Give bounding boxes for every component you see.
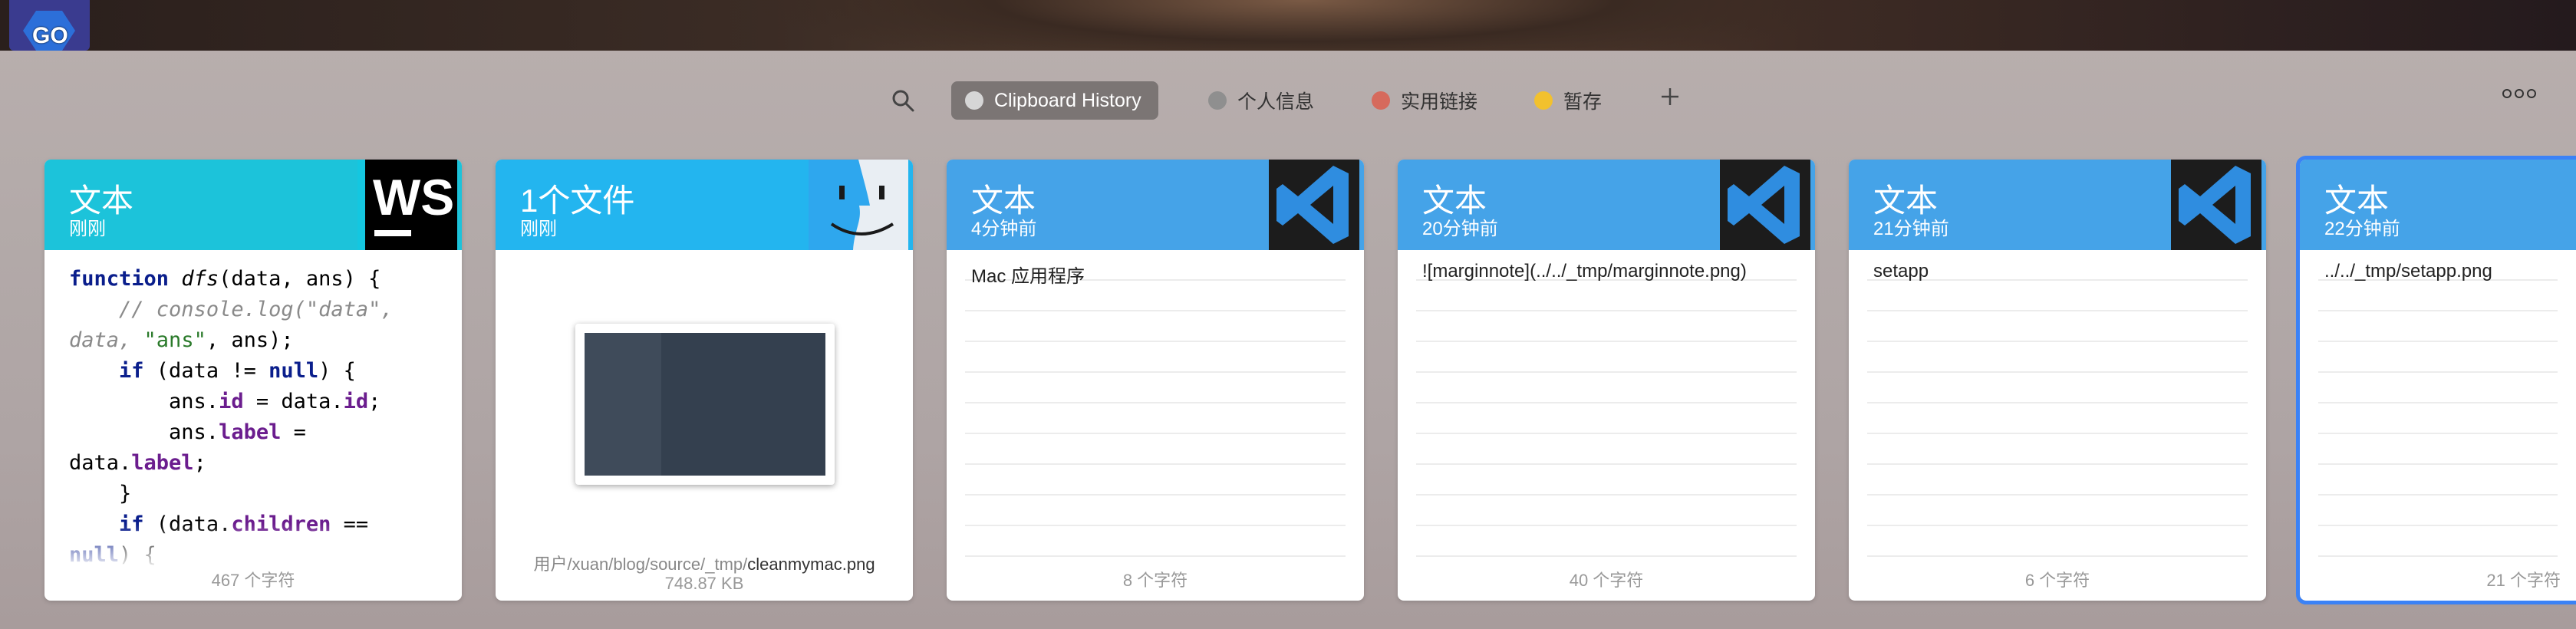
file-name: cleanmymac.png bbox=[747, 555, 875, 574]
add-pinboard-button[interactable] bbox=[1660, 80, 1680, 114]
tab-color-dot bbox=[1372, 91, 1390, 110]
card-time: 刚刚 bbox=[520, 219, 557, 239]
char-count: 6 个字符 bbox=[2024, 571, 2090, 590]
clipboard-card[interactable]: 文本 20分钟前 ![marginnote](../../_tmp/margin… bbox=[1398, 160, 1815, 601]
card-time: 20分钟前 bbox=[1422, 219, 1498, 239]
card-header: 文本 21分钟前 bbox=[1849, 160, 2266, 250]
card-time: 刚刚 bbox=[69, 219, 106, 239]
thumbnail-sidebar bbox=[585, 333, 662, 476]
tab-label: Clipboard History bbox=[994, 89, 1141, 111]
text-lines bbox=[2318, 250, 2558, 557]
file-thumbnail bbox=[575, 324, 835, 485]
plus-icon bbox=[1662, 88, 1678, 105]
finder-icon bbox=[809, 160, 908, 250]
more-options-button[interactable] bbox=[2502, 89, 2536, 98]
tab-label: 个人信息 bbox=[1237, 91, 1315, 113]
dock-app-badge[interactable]: GO bbox=[9, 0, 90, 51]
card-header: 1个文件 刚刚 bbox=[496, 160, 913, 250]
tab-label: 暂存 bbox=[1563, 91, 1603, 113]
clipboard-card[interactable]: 1个文件 刚刚 用户/xuan/blog/source/_tmp/cleanmy… bbox=[496, 160, 913, 601]
tab-color-dot bbox=[1208, 91, 1227, 110]
clipboard-card[interactable]: 文本 刚刚 WS function dfs(data, ans) { // co… bbox=[44, 160, 462, 601]
text-lines bbox=[965, 250, 1346, 557]
text-lines bbox=[1416, 250, 1797, 557]
vscode-icon bbox=[1711, 160, 1810, 250]
webstorm-icon: WS bbox=[357, 160, 457, 250]
clip-text: setapp bbox=[1873, 261, 1929, 282]
card-time: 22分钟前 bbox=[2324, 219, 2400, 239]
text-lines bbox=[1867, 250, 2248, 557]
search-icon[interactable] bbox=[890, 87, 916, 114]
tab-personal-info[interactable]: 个人信息 bbox=[1208, 81, 1314, 120]
card-header: 文本 4分钟前 bbox=[947, 160, 1364, 250]
card-header: 文本 20分钟前 bbox=[1398, 160, 1815, 250]
vscode-icon bbox=[2162, 160, 2261, 250]
char-count: 40 个字符 bbox=[1569, 571, 1644, 590]
card-header: 文本 刚刚 WS bbox=[44, 160, 462, 250]
code-line: dfs bbox=[181, 267, 219, 291]
card-header: 文本 22分钟前 bbox=[2300, 160, 2576, 250]
card-time: 4分钟前 bbox=[971, 219, 1037, 239]
vscode-icon bbox=[1260, 160, 1359, 250]
clip-text: ![marginnote](../../_tmp/marginnote.png) bbox=[1422, 261, 1747, 282]
tab-temp-storage[interactable]: 暂存 bbox=[1534, 81, 1602, 120]
char-count: 8 个字符 bbox=[1122, 571, 1188, 590]
tab-useful-links[interactable]: 实用链接 bbox=[1372, 81, 1477, 120]
tab-color-dot bbox=[965, 91, 983, 110]
clipboard-card-selected[interactable]: 文本 22分钟前 ../../_tmp/setapp.png 21 个字符 bbox=[2296, 156, 2576, 604]
clipboard-card[interactable]: 文本 4分钟前 Mac 应用程序 8 个字符 bbox=[947, 160, 1364, 601]
file-path: 用户/xuan/blog/source/_tmp/cleanmymac.png bbox=[496, 551, 913, 575]
file-size: 748.87 KB bbox=[664, 574, 744, 593]
svg-text:WS: WS bbox=[373, 169, 454, 226]
tab-clipboard-history[interactable]: Clipboard History bbox=[951, 81, 1158, 120]
clip-text: Mac 应用程序 bbox=[971, 266, 1085, 287]
char-count: 467 个字符 bbox=[211, 571, 295, 590]
tab-color-dot bbox=[1534, 91, 1553, 110]
code-fade bbox=[44, 524, 462, 570]
thumbnail-image bbox=[585, 333, 825, 476]
desktop-wallpaper: GO bbox=[0, 0, 2576, 51]
clipboard-card[interactable]: 文本 21分钟前 setapp 6 个字符 bbox=[1849, 160, 2266, 601]
more-dot-icon bbox=[2502, 89, 2512, 98]
more-dot-icon bbox=[2527, 89, 2536, 98]
toolbar: Clipboard History 个人信息 实用链接 暂存 bbox=[0, 51, 2576, 150]
clip-text: ../../_tmp/setapp.png bbox=[2324, 261, 2492, 282]
char-count: 21 个字符 bbox=[2486, 571, 2561, 590]
card-time: 21分钟前 bbox=[1873, 219, 1949, 239]
file-path-dir: 用户/xuan/blog/source/_tmp/ bbox=[533, 555, 748, 574]
dock-badge-label: GO bbox=[32, 23, 68, 48]
more-dot-icon bbox=[2515, 89, 2524, 98]
tab-label: 实用链接 bbox=[1401, 91, 1478, 113]
